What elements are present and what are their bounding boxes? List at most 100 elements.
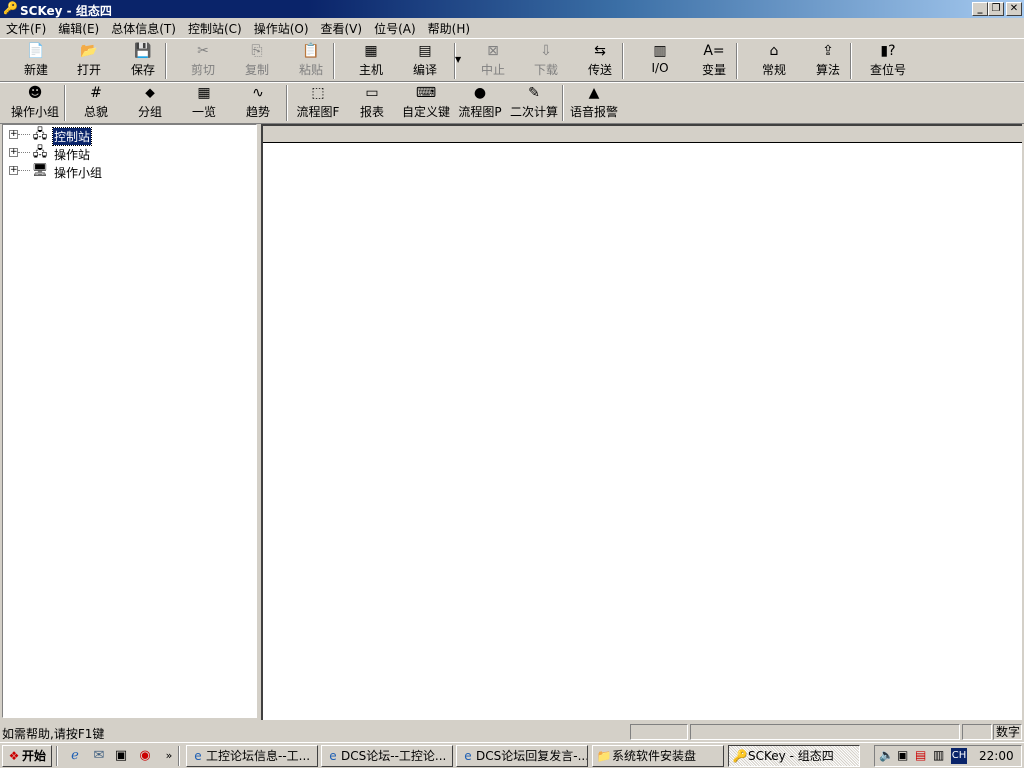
task-label: SCKey - 组态四: [748, 749, 834, 763]
view-toolbar-label: 流程图F: [296, 105, 340, 119]
volume-icon[interactable]: 🔈: [879, 748, 894, 762]
tray-app-icon-1[interactable]: ▣: [897, 748, 908, 762]
window-title: SCKey - 组态四: [20, 4, 112, 18]
toolbar-button[interactable]: ⎘ 复制: [231, 43, 283, 78]
toolbar-button[interactable]: A= 变量: [688, 43, 740, 78]
toolbar-separator: [850, 43, 852, 79]
menu-view[interactable]: 查看(V): [315, 18, 369, 39]
toolbar-button[interactable]: ⇩ 下载: [520, 43, 572, 78]
view-toolbar-button[interactable]: ⬥ 分组: [124, 85, 176, 120]
toolbar-icon: ⎘: [251, 43, 263, 59]
view-toolbar-button[interactable]: ✎ 二次计算: [508, 85, 560, 120]
view-toolbar-button[interactable]: ▲ 语音报警: [568, 85, 620, 120]
menu-general-info[interactable]: 总体信息(T): [105, 18, 182, 39]
view-toolbar-button[interactable]: ▦ 一览: [178, 85, 230, 120]
toolbar-button[interactable]: ⌂ 常规: [748, 43, 800, 78]
tray-app-icon-3[interactable]: ▥: [933, 748, 944, 762]
toolbar-button[interactable]: ▤ 编译: [399, 43, 451, 78]
menu-operator-station[interactable]: 操作站(O): [248, 18, 315, 39]
tree-node-label[interactable]: 控制站: [51, 127, 93, 146]
tree-node[interactable]: + 🖧 操作站: [7, 145, 247, 163]
desktop-quicklaunch-icon[interactable]: ▣: [112, 747, 130, 765]
view-toolbar-button[interactable]: ⌨ 自定义键: [400, 85, 452, 120]
expand-icon[interactable]: +: [9, 130, 18, 139]
chevron-more-icon[interactable]: »: [160, 747, 178, 765]
toolbar-button[interactable]: ⇆ 传送: [574, 43, 626, 78]
menu-control-station[interactable]: 控制站(C): [182, 18, 248, 39]
tree-node-label[interactable]: 操作站: [53, 146, 91, 163]
view-toolbar-button[interactable]: # 总貌: [70, 85, 122, 120]
toolbar-button[interactable]: ⇪ 算法: [802, 43, 854, 78]
view-toolbar-button[interactable]: ▭ 报表: [346, 85, 398, 120]
tree-node-icon: 🖧: [32, 127, 48, 142]
toolbar-separator: [622, 43, 624, 79]
toolbar-button[interactable]: ▥ I/O: [634, 43, 686, 75]
toolbar-label: 常规: [761, 63, 786, 77]
clock[interactable]: 22:00: [979, 749, 1014, 763]
tree-node[interactable]: + 🖧 控制站: [7, 127, 247, 146]
title-bar: 🔑 SCKey - 组态四 _ ❐ ✕: [0, 0, 1024, 18]
taskbar-task-button[interactable]: e DCS论坛回复发言-...: [456, 745, 588, 767]
expand-icon[interactable]: +: [9, 148, 18, 157]
taskbar-task-button[interactable]: e 工控论坛信息--工...: [186, 745, 318, 767]
task-label: 系统软件安装盘: [612, 749, 697, 763]
app-key-icon[interactable]: 🔑: [3, 2, 18, 15]
toolbar-label: 主机: [358, 63, 383, 77]
close-button[interactable]: ✕: [1006, 2, 1022, 16]
taskbar-task-button[interactable]: 📁系统软件安装盘: [592, 745, 724, 767]
compile-dropdown-icon[interactable]: ▼: [455, 55, 461, 64]
toolbar-button[interactable]: ⊠ 中止: [467, 43, 519, 78]
outlook-quicklaunch-icon[interactable]: ✉: [90, 747, 108, 765]
view-toolbar-icon: ∿: [252, 85, 264, 101]
menu-edit[interactable]: 编辑(E): [52, 18, 105, 39]
toolbar-icon: ⌂: [769, 43, 779, 59]
view-toolbar-button[interactable]: ☻ 操作小组: [9, 85, 61, 120]
toolbar-button[interactable]: 📂 打开: [63, 43, 115, 78]
tray-app-icon-2[interactable]: ▤: [915, 748, 926, 762]
toolbar-label: 查位号: [869, 63, 906, 77]
toolbar-button[interactable]: ✂ 剪切: [177, 43, 229, 78]
toolbar-button[interactable]: ▦ 主机: [345, 43, 397, 78]
view-toolbar-label: 一览: [191, 105, 216, 119]
menu-tag[interactable]: 位号(A): [368, 18, 422, 39]
taskbar-task-button[interactable]: e DCS论坛--工控论...: [321, 745, 453, 767]
ie-quicklaunch-icon[interactable]: ℯ: [66, 747, 84, 765]
taskbar-divider: [56, 746, 58, 766]
toolbar-icon: 💾: [134, 43, 152, 59]
toolbar-separator: [165, 43, 167, 79]
toolbar-button[interactable]: 📄 新建: [10, 43, 62, 78]
view-toolbar-label: 流程图P: [458, 105, 502, 119]
start-button[interactable]: ❖ 开始: [2, 745, 52, 767]
toolbar-icon: ▦: [364, 43, 378, 59]
view-toolbar-button[interactable]: ∿ 趋势: [232, 85, 284, 120]
menu-file[interactable]: 文件(F): [0, 18, 52, 39]
tree-node[interactable]: + 🖥 操作小组: [7, 163, 247, 181]
toolbar-label: 新建: [23, 63, 48, 77]
content-pane[interactable]: [261, 124, 1022, 720]
status-panel-3: [962, 724, 992, 740]
windows-logo-icon: ❖: [8, 749, 20, 763]
taskbar-task-button[interactable]: 🔑SCKey - 组态四: [728, 745, 860, 767]
toolbar-button[interactable]: ▮? 查位号: [862, 43, 914, 78]
language-indicator[interactable]: CH: [951, 748, 967, 764]
restore-button[interactable]: ❐: [988, 2, 1004, 16]
toolbar-button[interactable]: 💾 保存: [117, 43, 169, 78]
toolbar-separator: [562, 85, 564, 121]
view-toolbar-icon: ⬚: [311, 85, 325, 101]
view-toolbar-button[interactable]: ● 流程图P: [454, 85, 506, 120]
status-numlock: 数字: [993, 724, 1022, 740]
toolbar-icon: ⇩: [540, 43, 552, 59]
toolbar-icon: ⊠: [487, 43, 499, 59]
tree-pane[interactable]: + 🖧 控制站 + 🖧 操作站 + 🖥 操作小组: [2, 124, 257, 718]
minimize-button[interactable]: _: [972, 2, 988, 16]
view-toolbar-icon: ☻: [27, 85, 43, 101]
toolbar-button[interactable]: 📋 粘贴: [285, 43, 337, 78]
view-toolbar-icon: ⌨: [415, 85, 437, 101]
tree-node-label[interactable]: 操作小组: [53, 164, 103, 181]
media-quicklaunch-icon[interactable]: ◉: [136, 747, 154, 765]
tree-connector: [18, 134, 30, 135]
menu-help[interactable]: 帮助(H): [422, 18, 476, 39]
toolbar-label: 变量: [701, 63, 726, 77]
expand-icon[interactable]: +: [9, 166, 18, 175]
view-toolbar-button[interactable]: ⬚ 流程图F: [292, 85, 344, 120]
